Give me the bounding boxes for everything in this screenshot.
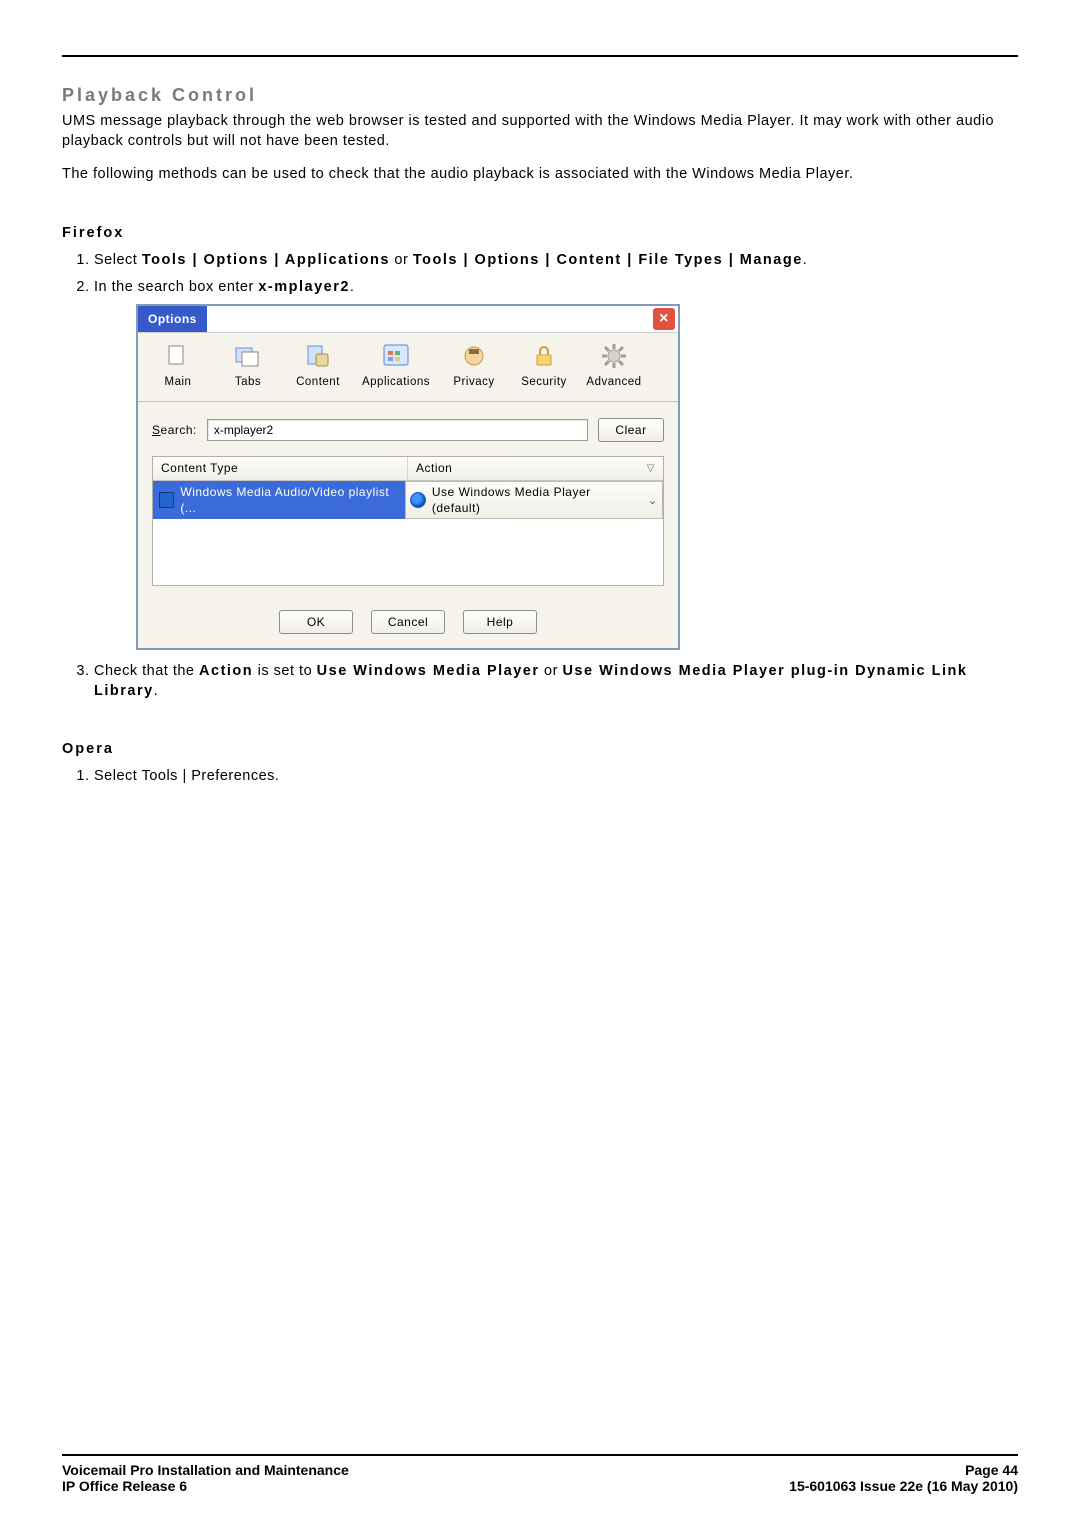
opera-heading: Opera <box>62 741 1018 757</box>
text-bold: Tools | Options | Content | File Types |… <box>413 252 803 268</box>
privacy-icon <box>458 343 490 369</box>
tab-advanced[interactable]: Advanced <box>580 343 648 394</box>
text: is set to <box>253 663 317 679</box>
firefox-step-2: In the search box enter x-mplayer2. Opti… <box>94 278 1018 650</box>
col-content-type[interactable]: Content Type <box>153 457 408 479</box>
text-bold: Action <box>199 663 253 679</box>
close-icon[interactable]: × <box>652 307 676 331</box>
dialog-title: Options <box>138 306 207 332</box>
security-icon <box>528 343 560 369</box>
footer-left-1: Voicemail Pro Installation and Maintenan… <box>62 1462 349 1478</box>
tab-applications[interactable]: Applications <box>354 343 438 394</box>
text: In the search box enter <box>94 279 258 295</box>
opera-step-1: Select Tools | Preferences. <box>94 767 1018 787</box>
section-title: Playback Control <box>62 85 1018 106</box>
list-header: Content Type Action ▽ <box>153 457 663 480</box>
text: . <box>803 252 808 268</box>
main-icon <box>162 343 194 369</box>
text: Check that the <box>94 663 199 679</box>
search-label: Search: <box>152 422 197 438</box>
chevron-down-icon: ⌄ <box>647 492 658 508</box>
opera-steps: Select Tools | Preferences. <box>94 767 1018 787</box>
tabstrip: Main Tabs Content Applications <box>138 333 678 403</box>
applications-icon <box>380 343 412 369</box>
dialog-buttons: OK Cancel Help <box>138 586 678 648</box>
tab-label: Applications <box>362 375 430 391</box>
tab-label: Advanced <box>586 375 641 391</box>
search-input[interactable] <box>207 419 588 441</box>
tab-label: Tabs <box>235 375 261 391</box>
row-action-text: Use Windows Media Player (default) <box>432 484 642 516</box>
text-bold: Use Windows Media Player <box>317 663 540 679</box>
cancel-button[interactable]: Cancel <box>371 610 445 634</box>
firefox-step-1: Select Tools | Options | Applications or… <box>94 251 1018 271</box>
tabs-icon <box>232 343 264 369</box>
tab-tabs[interactable]: Tabs <box>214 343 282 394</box>
footer-left-2: IP Office Release 6 <box>62 1478 187 1494</box>
text: Select <box>94 252 142 268</box>
text-bold: x-mplayer2 <box>258 279 350 295</box>
top-rule <box>62 55 1018 57</box>
row-content-text: Windows Media Audio/Video playlist (... <box>180 484 399 516</box>
advanced-icon <box>598 343 630 369</box>
list-row[interactable]: Windows Media Audio/Video playlist (... … <box>153 481 663 519</box>
tab-main[interactable]: Main <box>144 343 212 394</box>
tab-privacy[interactable]: Privacy <box>440 343 508 394</box>
search-row: Search: Clear <box>138 402 678 452</box>
text: . <box>154 683 159 699</box>
tab-label: Privacy <box>453 375 494 391</box>
titlebar: Options × <box>138 306 678 333</box>
tab-label: Main <box>165 375 192 391</box>
wmp-icon <box>410 492 426 508</box>
page-footer: Voicemail Pro Installation and Maintenan… <box>62 1446 1018 1494</box>
firefox-step-3: Check that the Action is set to Use Wind… <box>94 662 1018 701</box>
playlist-file-icon <box>159 492 174 508</box>
col-action[interactable]: Action ▽ <box>408 457 663 479</box>
ok-button[interactable]: OK <box>279 610 353 634</box>
applications-list: Content Type Action ▽ Windows Media Audio… <box>152 456 664 586</box>
paragraph-2: The following methods can be used to che… <box>62 165 1018 185</box>
options-dialog: Options × Main Tabs Content <box>136 304 680 651</box>
col-action-label: Action <box>416 460 452 476</box>
content-icon <box>302 343 334 369</box>
text-bold: Tools | Options | Applications <box>142 252 390 268</box>
sort-icon: ▽ <box>647 462 655 476</box>
help-button[interactable]: Help <box>463 610 537 634</box>
tab-content[interactable]: Content <box>284 343 352 394</box>
bottom-rule <box>62 1454 1018 1456</box>
action-dropdown[interactable]: Use Windows Media Player (default) ⌄ <box>405 481 663 519</box>
tab-label: Security <box>521 375 567 391</box>
tab-label: Content <box>296 375 340 391</box>
footer-right-1: Page 44 <box>965 1462 1018 1478</box>
firefox-heading: Firefox <box>62 225 1018 241</box>
text: . <box>350 279 355 295</box>
tab-security[interactable]: Security <box>510 343 578 394</box>
text: or <box>390 252 413 268</box>
clear-button[interactable]: Clear <box>598 418 664 442</box>
footer-right-2: 15-601063 Issue 22e (16 May 2010) <box>789 1478 1018 1494</box>
paragraph-1: UMS message playback through the web bro… <box>62 112 1018 151</box>
firefox-steps: Select Tools | Options | Applications or… <box>94 251 1018 702</box>
text: or <box>540 663 563 679</box>
